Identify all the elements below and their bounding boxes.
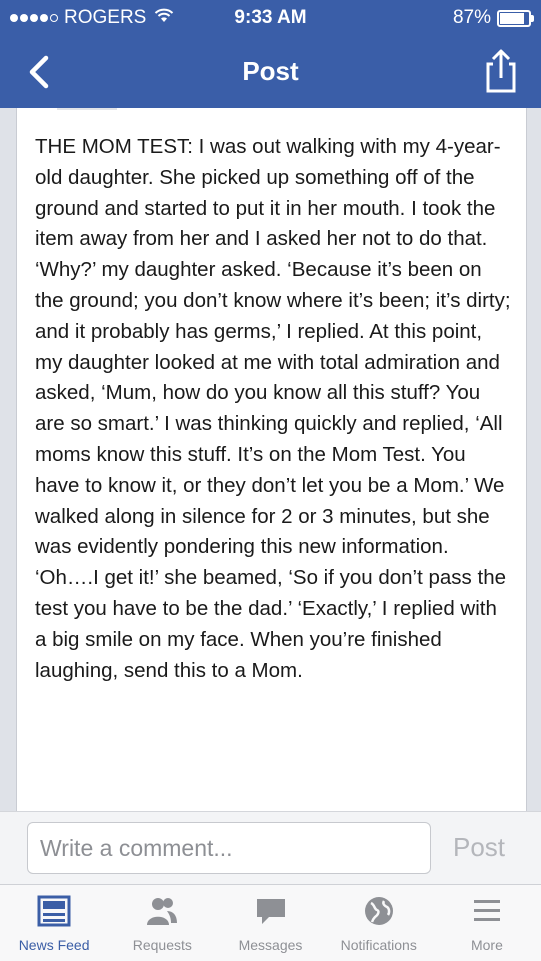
messages-icon [256, 899, 285, 924]
battery-icon [497, 9, 534, 27]
tab-news-feed[interactable]: News Feed [0, 885, 108, 961]
post-card: THE MOM TEST: I was out walking with my … [16, 108, 527, 811]
tab-requests[interactable]: Requests [108, 885, 216, 961]
post-text: THE MOM TEST: I was out walking with my … [35, 135, 511, 682]
chevron-left-icon [29, 55, 49, 89]
tab-label: Messages [238, 937, 303, 953]
post-comment-button[interactable]: Post [453, 832, 505, 863]
tab-label: Notifications [340, 937, 417, 953]
signal-strength-icon [10, 14, 58, 22]
tab-messages[interactable]: Messages [216, 885, 324, 961]
share-icon [486, 49, 516, 93]
page-title: Post [242, 56, 299, 86]
globe-icon [364, 897, 393, 925]
comment-bar: Write a comment... Post [0, 811, 541, 884]
carrier-name: ROGERS [64, 7, 147, 28]
battery-status: 87% [452, 7, 534, 29]
comment-input[interactable]: Write a comment... [27, 822, 431, 874]
friend-requests-icon [147, 898, 178, 925]
tab-bar: News Feed Requests Messages Notification… [0, 884, 541, 961]
post-top-divider [57, 108, 117, 110]
tab-more[interactable]: More [433, 885, 541, 961]
wifi-icon [154, 8, 174, 29]
navigation-bar: Post [0, 36, 541, 108]
tab-label: News Feed [18, 937, 90, 953]
tab-notifications[interactable]: Notifications [325, 885, 433, 961]
share-button[interactable] [479, 46, 523, 96]
status-bar: ROGERS 9:33 AM 87% [0, 0, 541, 36]
tab-label: Requests [132, 937, 192, 953]
news-feed-icon [37, 895, 71, 927]
battery-percentage: 87% [452, 7, 491, 28]
menu-icon [473, 900, 500, 921]
battery-level-fill [500, 12, 525, 24]
carrier-info: ROGERS [10, 7, 174, 29]
tab-label: More [470, 937, 503, 953]
back-button[interactable] [18, 50, 62, 94]
